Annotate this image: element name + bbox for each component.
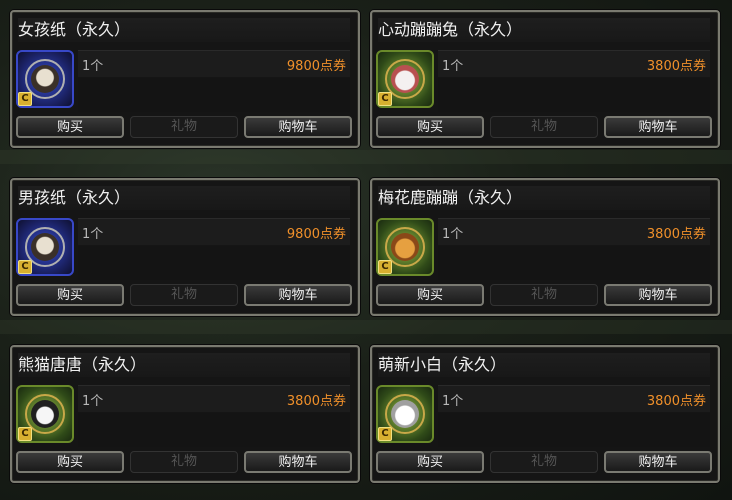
gift-button[interactable]: 礼物 — [490, 284, 598, 306]
coupon-icon: C — [18, 92, 32, 106]
item-quantity: 1个 — [82, 59, 104, 74]
item-icon-frame[interactable]: C — [16, 218, 74, 276]
quantity-price-row: 1个 3800点券 — [438, 218, 710, 245]
item-icon-frame[interactable]: C — [376, 385, 434, 443]
girl-doll-icon — [31, 65, 59, 93]
shop-item-card: 梅花鹿蹦蹦（永久） C 1个 3800点券 购买 礼物 购物车 — [370, 178, 720, 316]
quantity-price-row: 1个 3800点券 — [438, 50, 710, 77]
background-stripe — [0, 320, 732, 334]
item-title: 男孩纸（永久） — [18, 186, 350, 210]
item-price: 3800点券 — [646, 227, 706, 242]
item-price: 3800点券 — [646, 394, 706, 409]
item-price: 3800点券 — [646, 59, 706, 74]
gift-button[interactable]: 礼物 — [130, 284, 238, 306]
item-title: 心动蹦蹦兔（永久） — [378, 18, 710, 42]
buy-button[interactable]: 购买 — [376, 451, 484, 473]
item-quantity: 1个 — [82, 394, 104, 409]
item-title: 梅花鹿蹦蹦（永久） — [378, 186, 710, 210]
item-price: 3800点券 — [286, 394, 346, 409]
item-quantity: 1个 — [82, 227, 104, 242]
item-description — [78, 246, 350, 280]
item-description — [438, 246, 710, 280]
shop-item-card: 萌新小白（永久） C 1个 3800点券 购买 礼物 购物车 — [370, 345, 720, 483]
shop-item-card: 男孩纸（永久） C 1个 9800点券 购买 礼物 购物车 — [10, 178, 360, 316]
shop-item-card: 女孩纸（永久） C 1个 9800点券 购买 礼物 购物车 — [10, 10, 360, 148]
item-price: 9800点券 — [286, 59, 346, 74]
gift-button[interactable]: 礼物 — [130, 116, 238, 138]
item-description — [438, 413, 710, 447]
buy-button[interactable]: 购买 — [16, 451, 124, 473]
cart-button[interactable]: 购物车 — [244, 116, 352, 138]
deer-icon — [391, 233, 419, 261]
item-quantity: 1个 — [442, 59, 464, 74]
buy-button[interactable]: 购买 — [376, 284, 484, 306]
buy-button[interactable]: 购买 — [16, 284, 124, 306]
cart-button[interactable]: 购物车 — [604, 451, 712, 473]
boy-doll-icon — [31, 233, 59, 261]
item-title: 萌新小白（永久） — [378, 353, 710, 377]
item-quantity: 1个 — [442, 227, 464, 242]
item-title: 熊猫唐唐（永久） — [18, 353, 350, 377]
quantity-price-row: 1个 3800点券 — [78, 385, 350, 412]
item-icon-frame[interactable]: C — [376, 218, 434, 276]
buy-button[interactable]: 购买 — [16, 116, 124, 138]
gift-button[interactable]: 礼物 — [490, 451, 598, 473]
white-bear-icon — [391, 400, 419, 428]
item-price: 9800点券 — [286, 227, 346, 242]
item-description — [78, 413, 350, 447]
item-description — [438, 78, 710, 112]
item-description — [78, 78, 350, 112]
panda-icon — [31, 400, 59, 428]
shop-item-card: 熊猫唐唐（永久） C 1个 3800点券 购买 礼物 购物车 — [10, 345, 360, 483]
shop-item-card: 心动蹦蹦兔（永久） C 1个 3800点券 购买 礼物 购物车 — [370, 10, 720, 148]
cart-button[interactable]: 购物车 — [244, 451, 352, 473]
buy-button[interactable]: 购买 — [376, 116, 484, 138]
cart-button[interactable]: 购物车 — [604, 116, 712, 138]
cart-button[interactable]: 购物车 — [604, 284, 712, 306]
coupon-icon: C — [378, 260, 392, 274]
item-icon-frame[interactable]: C — [16, 385, 74, 443]
coupon-icon: C — [18, 427, 32, 441]
coupon-icon: C — [18, 260, 32, 274]
background-stripe — [0, 150, 732, 164]
quantity-price-row: 1个 3800点券 — [438, 385, 710, 412]
gift-button[interactable]: 礼物 — [130, 451, 238, 473]
coupon-icon: C — [378, 427, 392, 441]
quantity-price-row: 1个 9800点券 — [78, 218, 350, 245]
quantity-price-row: 1个 9800点券 — [78, 50, 350, 77]
item-title: 女孩纸（永久） — [18, 18, 350, 42]
item-quantity: 1个 — [442, 394, 464, 409]
gift-button[interactable]: 礼物 — [490, 116, 598, 138]
bunny-icon — [391, 65, 419, 93]
item-icon-frame[interactable]: C — [16, 50, 74, 108]
cart-button[interactable]: 购物车 — [244, 284, 352, 306]
item-icon-frame[interactable]: C — [376, 50, 434, 108]
coupon-icon: C — [378, 92, 392, 106]
